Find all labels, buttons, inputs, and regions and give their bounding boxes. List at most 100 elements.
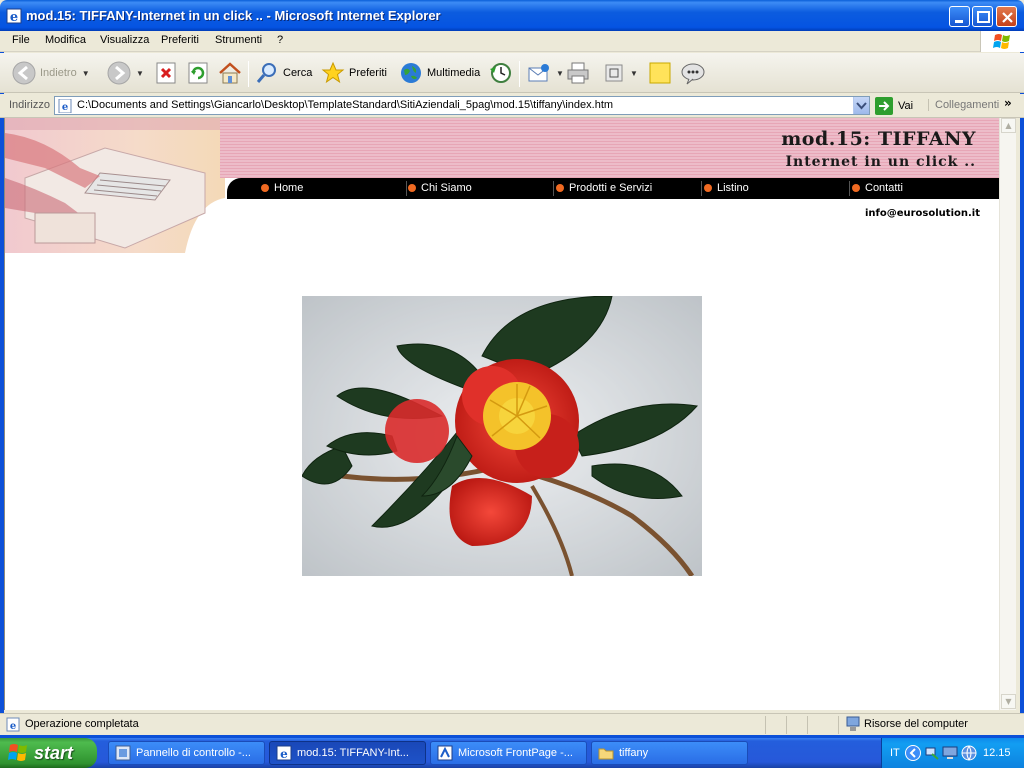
window-title: mod.15: TIFFANY-Internet in un click .. … [26, 8, 441, 23]
links-toolbar[interactable]: Collegamenti [928, 99, 999, 111]
favorites-label: Preferiti [349, 67, 387, 79]
task-tiffany-folder[interactable]: tiffany [591, 741, 748, 765]
clock[interactable]: 12.15 [983, 747, 1011, 759]
edit-page-icon [605, 64, 623, 82]
back-dropdown-icon[interactable]: ▼ [82, 69, 90, 78]
refresh-icon [188, 62, 208, 84]
favorites-button[interactable]: Preferiti [321, 59, 387, 87]
discuss-button[interactable] [648, 59, 672, 87]
task-label: tiffany [619, 747, 649, 759]
vertical-scrollbar[interactable]: ▲ ▼ [999, 118, 1016, 710]
language-indicator[interactable]: IT [890, 747, 900, 759]
menu-strumenti[interactable]: Strumenti [215, 34, 262, 46]
scroll-up-arrow-icon[interactable]: ▲ [1001, 118, 1016, 133]
camellia-flower-image [302, 296, 702, 576]
address-label: Indirizzo [9, 99, 50, 111]
nav-chi-siamo-label: Chi Siamo [421, 182, 472, 194]
task-internet-explorer[interactable]: e mod.15: TIFFANY-Int... [269, 741, 426, 765]
taskbar: start Pannello di controllo -... e mod.1… [0, 738, 1024, 768]
edit-button[interactable]: ▼ [603, 59, 638, 87]
forward-button[interactable]: ▼ [107, 59, 144, 87]
search-label: Cerca [283, 67, 313, 79]
header-banner: mod.15: TIFFANY Internet in un click .. [220, 118, 1000, 178]
nav-contatti[interactable]: Contatti [852, 182, 903, 194]
menu-visualizza[interactable]: Visualizza [100, 34, 149, 46]
internet-explorer-icon: e [276, 745, 292, 761]
contact-email[interactable]: info@eurosolution.it [865, 208, 980, 219]
go-arrow-icon [875, 97, 893, 115]
svg-text:e: e [62, 102, 68, 113]
windows-logo-icon [980, 31, 1024, 52]
messenger-button[interactable] [680, 59, 706, 87]
page-done-icon: e [6, 717, 20, 732]
chevron-right-icon[interactable]: » [1004, 96, 1012, 110]
status-cell [786, 716, 806, 734]
edit-dropdown-icon[interactable]: ▼ [630, 69, 638, 78]
nav-listino[interactable]: Listino [704, 182, 749, 194]
internet-explorer-icon: e [6, 8, 22, 24]
search-icon [256, 63, 276, 83]
nav-divider [406, 181, 407, 196]
mail-button[interactable]: ▼ [527, 59, 564, 87]
nav-home[interactable]: Home [261, 182, 303, 194]
media-label: Multimedia [427, 67, 481, 79]
back-arrow-icon [12, 61, 36, 85]
monitor-icon[interactable] [942, 745, 958, 761]
search-button[interactable]: Cerca [255, 59, 312, 87]
forward-dropdown-icon[interactable]: ▼ [136, 69, 144, 78]
chevron-left-icon[interactable] [905, 745, 921, 761]
system-tray: IT 12.15 [881, 738, 1024, 768]
task-control-panel[interactable]: Pannello di controllo -... [108, 741, 265, 765]
network-icon[interactable] [924, 745, 940, 761]
star-icon [321, 61, 345, 84]
stop-button[interactable] [155, 59, 177, 87]
task-label: mod.15: TIFFANY-Int... [297, 747, 409, 759]
nav-divider [701, 181, 702, 196]
address-bar: Indirizzo e C:\Documents and Settings\Gi… [0, 94, 1024, 118]
print-button[interactable] [566, 59, 590, 87]
close-button[interactable] [996, 6, 1017, 27]
task-label: Pannello di controllo -... [136, 747, 251, 759]
home-icon [219, 62, 241, 84]
standard-toolbar: Indietro ▼ ▼ Cerca Preferiti Multimedia … [0, 53, 1024, 93]
minimize-button[interactable] [949, 6, 970, 27]
title-bar[interactable]: e mod.15: TIFFANY-Internet in un click .… [0, 0, 1024, 31]
go-button[interactable]: Vai [875, 97, 913, 115]
history-icon [490, 63, 511, 83]
status-cell [807, 716, 827, 734]
bullet-icon [852, 184, 860, 192]
address-dropdown-button[interactable] [853, 97, 869, 114]
menu-file[interactable]: File [12, 34, 30, 46]
history-button[interactable] [488, 59, 512, 87]
toolbar-separator [248, 61, 249, 87]
maximize-icon [977, 11, 990, 23]
nav-prodotti-servizi[interactable]: Prodotti e Servizi [556, 182, 652, 194]
menu-modifica[interactable]: Modifica [45, 34, 86, 46]
status-text: Operazione completata [25, 718, 139, 730]
media-button[interactable]: Multimedia [399, 59, 480, 87]
refresh-button[interactable] [187, 59, 209, 87]
security-zone: Risorse del computer [846, 716, 968, 732]
site-title: mod.15: TIFFANY [781, 128, 976, 150]
computer-icon [846, 716, 860, 731]
messenger-icon [681, 63, 705, 85]
back-button[interactable]: Indietro ▼ [12, 59, 90, 87]
scroll-down-arrow-icon[interactable]: ▼ [1001, 694, 1016, 709]
minimize-icon [955, 20, 963, 23]
menu-preferiti[interactable]: Preferiti [161, 34, 199, 46]
address-field[interactable]: e C:\Documents and Settings\Giancarlo\De… [54, 96, 870, 115]
nav-chi-siamo[interactable]: Chi Siamo [408, 182, 472, 194]
maximize-button[interactable] [972, 6, 993, 27]
bullet-icon [261, 184, 269, 192]
mail-dropdown-icon[interactable]: ▼ [556, 69, 564, 78]
bullet-icon [408, 184, 416, 192]
go-label: Vai [898, 100, 914, 112]
start-button[interactable]: start [0, 738, 97, 768]
menu-help[interactable]: ? [277, 34, 283, 46]
bullet-icon [556, 184, 564, 192]
address-url[interactable]: C:\Documents and Settings\Giancarlo\Desk… [77, 99, 613, 111]
globe-icon[interactable] [961, 745, 977, 761]
task-frontpage[interactable]: Microsoft FrontPage -... [430, 741, 587, 765]
menu-bar: File Modifica Visualizza Preferiti Strum… [0, 31, 1024, 52]
home-button[interactable] [218, 59, 242, 87]
